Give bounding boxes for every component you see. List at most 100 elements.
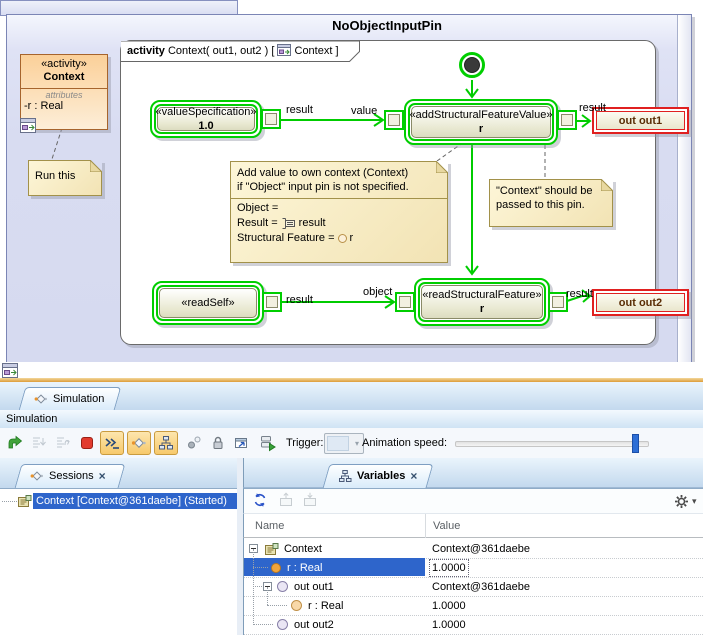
pin-node-icon [277,619,288,630]
simulation-icon [34,392,48,406]
console-toggle-button[interactable] [100,431,124,455]
trigger-event-button[interactable] [258,433,278,453]
refresh-button[interactable] [252,492,268,508]
class-attributes: attributes -r : Real [21,89,107,113]
animation-speed-label: Animation speed: [362,437,447,449]
refresh-icon [252,492,268,508]
class-stereotype: «activity» [23,58,105,71]
note-prop-result: Result = result [237,216,441,231]
open-diagram-button[interactable] [231,433,251,453]
tab-simulation-label: Simulation [53,393,104,405]
export-up-icon [278,492,294,508]
read-self-stereotype: «readSelf» [181,296,234,310]
column-header-value[interactable]: Value [433,520,460,532]
gear-icon [674,494,689,509]
tree-line [267,605,287,606]
breakpoints-button[interactable] [184,433,204,453]
value-specification-action[interactable]: «valueSpecification» 1.0 [150,100,262,138]
tab-sessions[interactable]: Sessions × [18,464,122,488]
open-window-icon [233,435,249,451]
out-out1-label: out out1 [596,111,685,130]
options-gear-button[interactable] [674,494,689,509]
row-name: r : Real [287,562,322,574]
context-pin-note[interactable]: "Context" should be passed to this pin. [489,179,613,227]
read-structural-feature-action[interactable]: «readStructuralFeature» r [414,278,550,326]
trigger-server-icon [259,435,277,452]
edge-label-result-3: result [286,294,313,306]
add-sfv-result-pin[interactable] [557,110,577,130]
note2-line-2: passed to this pin. [496,198,606,212]
trigger-combobox-value [327,436,349,451]
terminate-button[interactable] [77,433,97,453]
out-out1-parameter-node[interactable]: out out1 [592,107,689,134]
animation-speed-slider[interactable] [455,441,649,447]
tab-variables[interactable]: Variables × [326,464,430,488]
run-note[interactable]: Run this [28,160,102,196]
attribute-r: -r : Real [24,100,104,112]
animation-speed-slider-thumb[interactable] [632,434,639,453]
attributes-label: attributes [24,90,104,100]
session-item[interactable]: Context [Context@361daebe] (Started) [33,493,237,509]
terminate-icon [79,435,95,451]
close-icon[interactable]: × [410,471,417,481]
attribute-icon [291,600,302,611]
initial-node[interactable] [459,52,485,78]
read-sf-object-pin[interactable] [395,292,415,312]
step-into-button[interactable] [29,433,49,453]
read-sf-result-pin[interactable] [548,292,568,312]
row-name: out out2 [294,619,334,631]
tab-simulation[interactable]: Simulation [22,387,118,410]
out-out2-parameter-node[interactable]: out out2 [592,289,689,316]
value-spec-result-pin[interactable] [261,109,281,129]
table-row-out-out1[interactable]: out out1 Context@361daebe [244,577,703,597]
resume-button[interactable] [5,433,25,453]
note-prop-structural-feature: Structural Feature = r [237,231,441,246]
application-screen: NoObjectInputPin activity Context( out1,… [0,0,703,635]
trigger-label: Trigger: [286,437,324,449]
edge-label-result-2: result [579,102,606,114]
table-row-context[interactable]: Context Context@361daebe [244,539,703,559]
add-sfv-name: r [479,122,483,136]
variables-table-header: Name Value [243,514,703,538]
add-sfv-value-pin[interactable] [384,110,404,130]
tab-sessions-label: Sessions [49,470,94,482]
close-icon[interactable]: × [99,471,106,481]
instance-icon [264,542,279,556]
frame-label: activity Context( out1, out2 ) [ Context… [127,44,339,57]
note-line-1: Add value to own context (Context) [237,166,441,180]
add-value-note[interactable]: Add value to own context (Context) if "O… [230,161,448,263]
activity-diagram-icon-small [2,363,18,378]
table-row-out-out2[interactable]: out out2 1.0000 [244,615,703,635]
lock-icon [210,435,226,451]
table-row-out1-r-real[interactable]: r : Real 1.0000 [244,596,703,616]
tree-line [253,624,273,625]
hierarchy-toggle-button[interactable] [154,431,178,455]
note-line-2: if "Object" input pin is not specified. [237,180,441,194]
export-down-icon [302,492,318,508]
column-header-name[interactable]: Name [255,520,284,532]
animation-icon [131,435,147,451]
lock-button[interactable] [208,433,228,453]
table-row-r-real[interactable]: r : Real 1.0000 [244,558,703,578]
read-sf-name: r [480,302,484,316]
row-name: r : Real [308,600,343,612]
read-self-action[interactable]: «readSelf» [152,281,264,325]
sessions-panel [0,488,237,635]
options-caret-icon[interactable]: ▾ [692,496,697,507]
simulation-panel-header: Simulation [0,410,703,429]
session-item-label: Context [Context@361daebe] (Started) [36,495,227,507]
add-structural-feature-value-action[interactable]: «addStructuralFeatureValue» r [404,99,558,145]
app-bottom-strip [0,362,703,378]
edge-label-object: object [363,286,392,298]
edge-label-result-4: result [566,288,593,300]
trigger-combobox[interactable]: ▾ [324,433,364,454]
export-up-button[interactable] [278,492,294,508]
breakpoints-icon [186,435,202,451]
pin-node-icon [277,581,288,592]
animation-toggle-button[interactable] [127,431,151,455]
row-value: 1.0000 [432,619,466,631]
note-fold-icon [601,179,613,191]
step-over-button[interactable] [53,433,73,453]
read-self-result-pin[interactable] [262,292,282,312]
export-down-button[interactable] [302,492,318,508]
